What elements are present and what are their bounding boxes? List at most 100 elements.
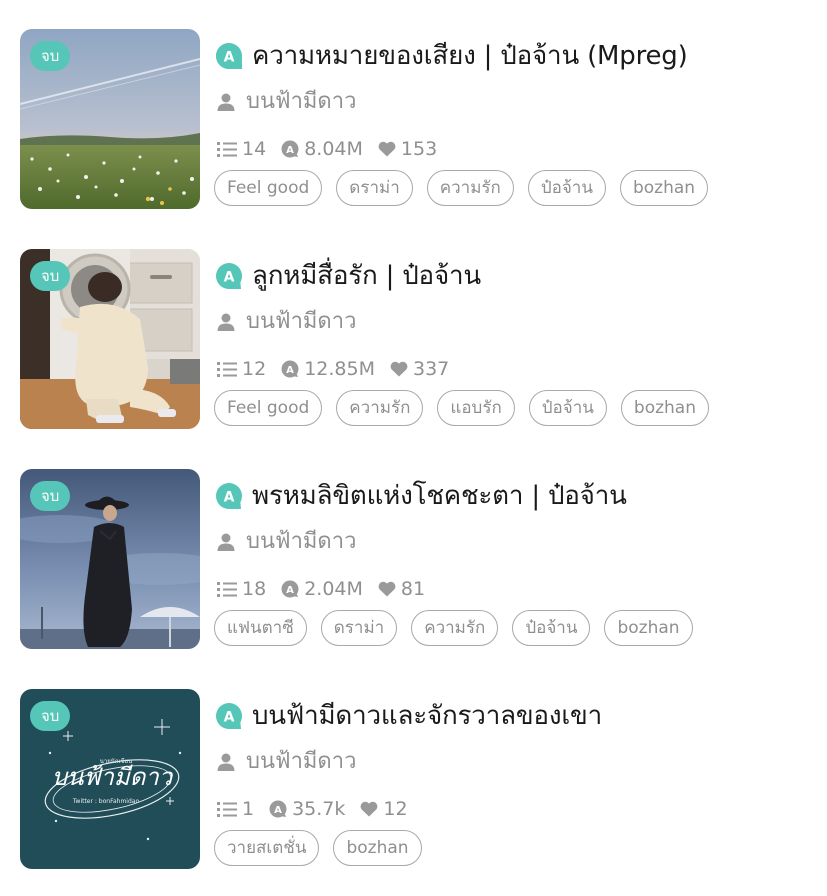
author-row[interactable]: บนฟ้ามีดาว [216,527,356,557]
list-icon [217,582,237,597]
story-cover[interactable]: จบ [20,249,200,429]
story-cover[interactable]: นายนักเขียน บนฟ้ามีดาว Twitter : bonFahm… [20,689,200,869]
view-count: A 12.85M [280,358,375,380]
author-row[interactable]: บนฟ้ามีดาว [216,747,356,777]
list-icon [217,802,237,817]
a-badge-icon: A [216,483,242,509]
story-card[interactable]: จบ A ลูกหมีสื่อรัก | ป๋อจ้าน บนฟ้ามีดาว [0,249,827,429]
tag[interactable]: ความรัก [426,170,514,206]
stats-row: 12 A 12.85M 337 [216,355,463,383]
tags-row: Feel good ดราม่า ความรัก ป๋อจ้าน bozhan [214,170,722,206]
title-row: A ความหมายของเสียง | ป๋อจ้าน (Mpreg) [214,39,688,73]
story-info: A พรหมลิขิตแห่งโชคชะตา | ป๋อจ้าน บนฟ้ามี… [214,469,817,649]
tag[interactable]: ป๋อจ้าน [527,170,606,206]
tag[interactable]: ป๋อจ้าน [512,610,591,646]
story-card[interactable]: จบ A ความหมายของเสียง | ป๋อจ้าน (Mpreg) … [0,29,827,209]
story-list: จบ A ความหมายของเสียง | ป๋อจ้าน (Mpreg) … [0,0,827,896]
tag[interactable]: bozhan [619,170,709,206]
author-name: บนฟ้ามีดาว [246,529,357,554]
a-badge-icon: A [216,703,242,729]
title-row: A บนฟ้ามีดาวและจักรวาลของเขา [214,699,602,733]
chapter-count-value: 1 [242,798,255,820]
tag[interactable]: ดราม่า [336,170,413,206]
story-title[interactable]: พรหมลิขิตแห่งโชคชะตา | ป๋อจ้าน [252,479,627,513]
author-row[interactable]: บนฟ้ามีดาว [216,307,356,337]
tag[interactable]: ดราม่า [320,610,398,646]
status-badge: จบ [30,481,71,511]
status-badge: จบ [30,701,71,731]
view-count-value: 2.04M [304,578,363,600]
tag[interactable]: วายสเตชั่น [214,830,320,866]
views-icon: A [281,580,299,598]
story-card[interactable]: นายนักเขียน บนฟ้ามีดาว Twitter : bonFahm… [0,689,827,869]
chapter-count: 18 [216,578,266,600]
tags-row: แฟนตาซี ดราม่า ความรัก ป๋อจ้าน bozhan [214,610,707,646]
svg-text:A: A [224,270,235,286]
story-title[interactable]: ลูกหมีสื่อรัก | ป๋อจ้าน [252,259,481,293]
story-info: A บนฟ้ามีดาวและจักรวาลของเขา บนฟ้ามีดาว [214,689,817,869]
svg-text:A: A [286,145,294,156]
tag[interactable]: bozhan [620,390,709,426]
view-count: A 8.04M [280,138,363,160]
list-icon [217,142,237,157]
heart-icon [378,581,396,597]
svg-text:A: A [224,50,235,66]
author-name: บนฟ้ามีดาว [246,89,357,114]
chapter-count-value: 14 [242,138,267,160]
svg-text:A: A [286,585,294,596]
view-count-value: 35.7k [292,798,346,820]
views-icon: A [281,140,299,158]
tag[interactable]: Feel good [214,170,323,206]
story-card[interactable]: จบ A พรหมลิขิตแห่งโชคชะตา | ป๋อจ้าน บนฟ้… [0,469,827,649]
views-icon: A [281,360,299,378]
person-icon [217,313,235,331]
view-count-value: 8.04M [304,138,363,160]
tag[interactable]: ป๋อจ้าน [528,390,607,426]
stats-row: 14 A 8.04M 153 [216,135,451,163]
person-icon [217,753,235,771]
a-badge-icon: A [216,43,242,69]
stats-row: 18 A 2.04M 81 [216,575,439,603]
tag[interactable]: bozhan [604,610,693,646]
tag[interactable]: ความรัก [411,610,499,646]
story-title[interactable]: ความหมายของเสียง | ป๋อจ้าน (Mpreg) [252,39,688,73]
cover-twitter-handle: Twitter : bonFahmidao [72,798,140,805]
chapter-count-value: 18 [242,578,267,600]
author-row[interactable]: บนฟ้ามีดาว [216,87,356,117]
tags-row: วายสเตชั่น bozhan [214,830,436,866]
story-title[interactable]: บนฟ้ามีดาวและจักรวาลของเขา [252,699,602,733]
svg-text:A: A [286,365,294,376]
status-badge: จบ [30,41,71,71]
tag[interactable]: ความรัก [336,390,424,426]
story-cover[interactable]: จบ [20,469,200,649]
views-icon: A [269,800,287,818]
author-name: บนฟ้ามีดาว [246,749,357,774]
author-name: บนฟ้ามีดาว [246,309,357,334]
chapter-count: 12 [216,358,266,380]
like-count-value: 337 [412,358,450,380]
person-icon [217,93,235,111]
title-row: A พรหมลิขิตแห่งโชคชะตา | ป๋อจ้าน [214,479,627,513]
tag[interactable]: แฟนตาซี [214,610,307,646]
view-count: A 2.04M [280,578,363,600]
a-badge-icon: A [216,263,242,289]
view-count-value: 12.85M [304,358,375,380]
like-count: 337 [389,358,449,380]
list-icon [217,362,237,377]
svg-text:A: A [224,710,235,726]
tags-row: Feel good ความรัก แอบรัก ป๋อจ้าน bozhan [214,390,723,426]
like-count: 12 [359,798,408,820]
chapter-count: 1 [216,798,254,820]
cover-script-title: บนฟ้ามีดาว [52,763,174,791]
story-cover[interactable]: จบ [20,29,200,209]
tag[interactable]: bozhan [333,830,422,866]
stats-row: 1 A 35.7k 12 [216,795,422,823]
heart-icon [361,801,378,817]
heart-icon [390,361,408,377]
tag[interactable]: Feel good [214,390,323,426]
story-info: A ลูกหมีสื่อรัก | ป๋อจ้าน บนฟ้ามีดาว 12 [214,249,817,429]
like-count: 81 [377,578,425,600]
chapter-count: 14 [216,138,266,160]
person-icon [217,533,235,551]
tag[interactable]: แอบรัก [437,390,515,426]
